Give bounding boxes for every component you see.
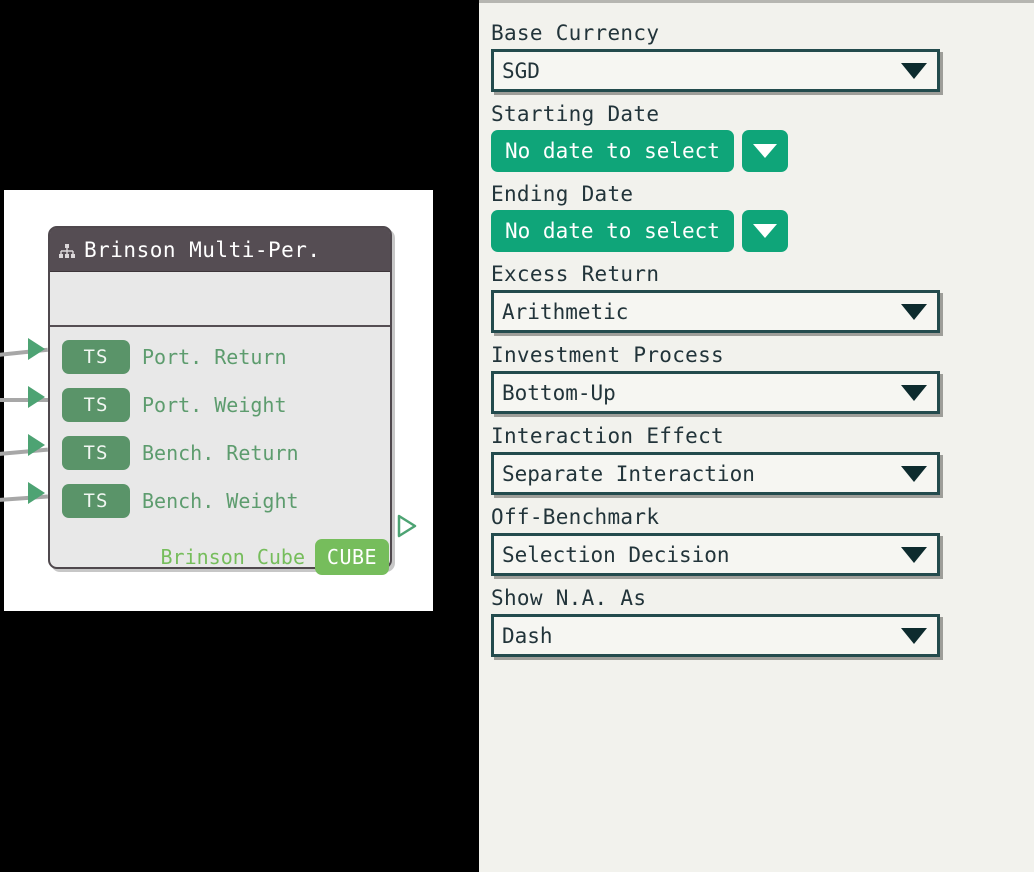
input-port-label: Bench. Weight [142, 489, 299, 513]
field-label: Base Currency [491, 21, 660, 45]
chevron-down-icon [901, 384, 927, 401]
show-na-as-select[interactable]: Dash [491, 614, 940, 657]
node-ports: TS Port. Return TS Port. Weight TS Bench… [50, 327, 390, 581]
sitemap-icon [58, 242, 76, 258]
chevron-down-icon [752, 144, 777, 158]
graph-canvas[interactable]: Brinson Multi-Per. TS Port. Return TS Po… [0, 190, 433, 611]
ending-date-button[interactable]: No date to select [491, 210, 734, 252]
ending-date-dropdown-button[interactable] [741, 210, 788, 252]
output-port-arrow[interactable] [397, 514, 417, 538]
field-interaction-effect: Interaction Effect Separate Interaction [479, 424, 1034, 495]
input-port-label: Port. Weight [142, 393, 287, 417]
field-show-na-as: Show N.A. As Dash [479, 586, 1034, 657]
investment-process-select[interactable]: Bottom-Up [491, 371, 940, 414]
date-button-label: No date to select [505, 219, 720, 243]
field-label: Excess Return [491, 262, 660, 286]
node-brinson-multi-period[interactable]: Brinson Multi-Per. TS Port. Return TS Po… [48, 226, 392, 575]
input-port-arrow-bench-return[interactable] [28, 434, 45, 456]
field-label: Off-Benchmark [491, 505, 660, 529]
starting-date-button[interactable]: No date to select [491, 130, 734, 172]
input-port-arrow-bench-weight[interactable] [28, 482, 45, 504]
select-value: Separate Interaction [502, 461, 755, 486]
field-off-benchmark: Off-Benchmark Selection Decision [479, 505, 1034, 576]
chevron-down-icon [901, 465, 927, 482]
properties-panel: Base Currency SGD Starting Date No date … [479, 0, 1034, 872]
node-header[interactable]: Brinson Multi-Per. [50, 228, 390, 272]
node-title: Brinson Multi-Per. [84, 237, 321, 262]
chevron-down-icon [901, 62, 927, 79]
field-ending-date: Ending Date No date to select [479, 182, 1034, 252]
field-starting-date: Starting Date No date to select [479, 102, 1034, 172]
field-investment-process: Investment Process Bottom-Up [479, 343, 1034, 414]
input-port-arrow-port-return[interactable] [28, 338, 45, 360]
chevron-down-icon [901, 627, 927, 644]
input-port-row-2[interactable]: TS Bench. Return [50, 429, 390, 477]
input-type-badge: TS [62, 340, 130, 374]
field-label: Interaction Effect [491, 424, 724, 448]
select-value: Arithmetic [502, 299, 629, 324]
input-port-row-1[interactable]: TS Port. Weight [50, 381, 390, 429]
starting-date-dropdown-button[interactable] [741, 130, 788, 172]
chevron-down-icon [901, 546, 927, 563]
starting-date-row: No date to select [491, 130, 1022, 172]
input-port-label: Port. Return [142, 345, 287, 369]
select-value: Dash [502, 623, 553, 648]
input-port-arrow-port-weight[interactable] [28, 386, 45, 408]
field-label: Starting Date [491, 102, 660, 126]
input-type-badge: TS [62, 436, 130, 470]
input-type-badge: TS [62, 484, 130, 518]
field-base-currency: Base Currency SGD [479, 21, 1034, 92]
output-port-row[interactable]: Brinson Cube CUBE [50, 533, 390, 581]
select-value: SGD [502, 58, 540, 83]
field-label: Investment Process [491, 343, 724, 367]
field-label: Ending Date [491, 182, 634, 206]
excess-return-select[interactable]: Arithmetic [491, 290, 940, 333]
output-type-badge: CUBE [315, 539, 389, 575]
input-port-label: Bench. Return [142, 441, 299, 465]
select-value: Selection Decision [502, 542, 730, 567]
chevron-down-icon [752, 224, 777, 238]
input-type-badge: TS [62, 388, 130, 422]
off-benchmark-select[interactable]: Selection Decision [491, 533, 940, 576]
base-currency-select[interactable]: SGD [491, 49, 940, 92]
input-port-row-0[interactable]: TS Port. Return [50, 333, 390, 381]
input-port-row-3[interactable]: TS Bench. Weight [50, 477, 390, 525]
chevron-down-icon [901, 303, 927, 320]
select-value: Bottom-Up [502, 380, 616, 405]
interaction-effect-select[interactable]: Separate Interaction [491, 452, 940, 495]
node-summary-area [50, 272, 390, 327]
output-port-label: Brinson Cube [160, 545, 306, 569]
ending-date-row: No date to select [491, 210, 1022, 252]
date-button-label: No date to select [505, 139, 720, 163]
app-root: Brinson Multi-Per. TS Port. Return TS Po… [0, 0, 1034, 872]
field-excess-return: Excess Return Arithmetic [479, 262, 1034, 333]
field-label: Show N.A. As [491, 586, 647, 610]
